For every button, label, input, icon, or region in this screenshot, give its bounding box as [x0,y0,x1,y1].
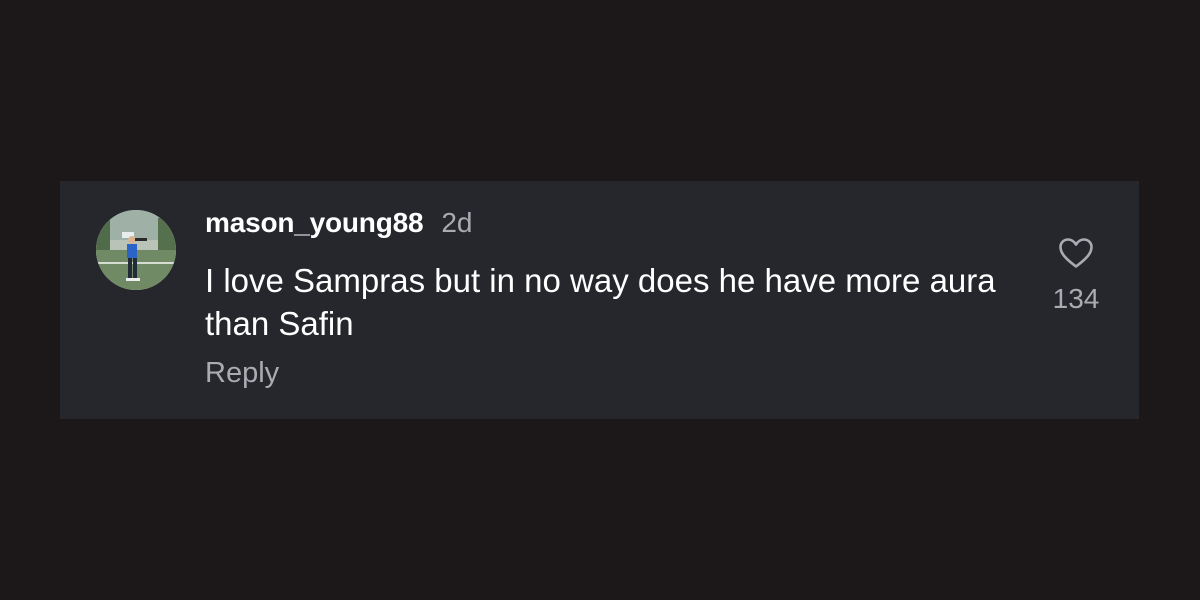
comment-card: mason_young88 2d I love Sampras but in n… [60,181,1139,419]
like-area: 134 [1040,237,1112,315]
like-count: 134 [1052,283,1100,314]
timestamp: 2d [441,207,473,238]
heart-icon[interactable] [1058,237,1094,269]
comment-meta: mason_young88 2d [205,207,473,239]
comment-text: I love Sampras but in no way does he hav… [205,262,996,342]
page: mason_young88 2d I love Sampras but in n… [0,0,1200,600]
avatar-photo-icon [96,210,176,290]
username[interactable]: mason_young88 [205,207,424,239]
avatar[interactable] [96,210,176,290]
reply-button[interactable]: Reply [205,357,279,390]
